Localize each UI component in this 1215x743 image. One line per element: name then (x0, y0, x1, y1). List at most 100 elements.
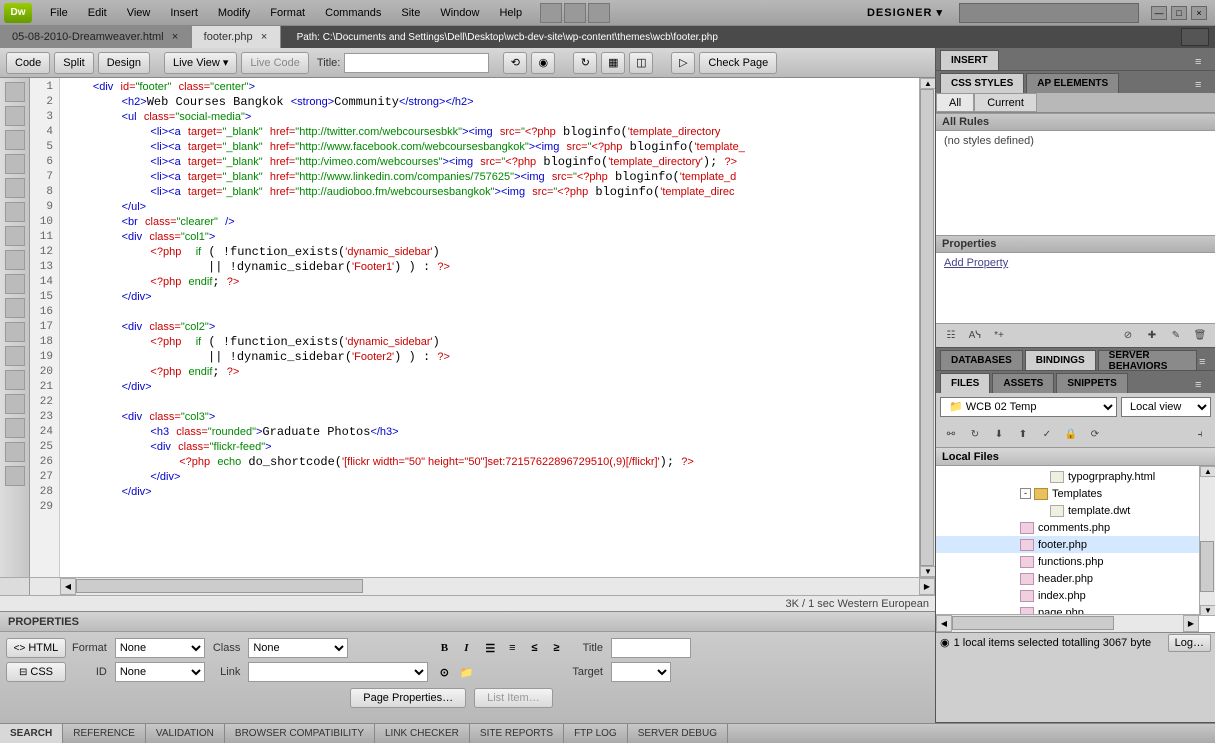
sync-icon[interactable]: ⟳ (1086, 425, 1104, 443)
bottom-tab-server-debug[interactable]: SERVER DEBUG (628, 724, 728, 743)
file-tree[interactable]: typogrpraphy.html-Templatestemplate.dwtc… (936, 466, 1215, 632)
menu-help[interactable]: Help (489, 3, 532, 23)
bottom-tab-validation[interactable]: VALIDATION (146, 724, 225, 743)
bold-icon[interactable]: B (436, 640, 452, 656)
page-properties-button[interactable]: Page Properties… (350, 688, 466, 708)
code-view-button[interactable]: Code (6, 52, 50, 74)
bindings-tab[interactable]: BINDINGS (1025, 350, 1096, 370)
balance-icon[interactable] (5, 178, 25, 198)
local-files-header[interactable]: Local Files (936, 448, 1215, 466)
tree-row-Templates[interactable]: -Templates (936, 485, 1215, 502)
css-mode-button[interactable]: ⊟ CSS (6, 662, 66, 682)
doc-tab-1[interactable]: footer.php × (192, 26, 281, 48)
bottom-tab-search[interactable]: SEARCH (0, 724, 63, 743)
format-icon[interactable] (5, 370, 25, 390)
outdent-text-icon[interactable]: ≤ (526, 640, 542, 656)
title-prop-input[interactable] (611, 638, 691, 658)
snippets-tab[interactable]: SNIPPETS (1056, 373, 1127, 393)
tree-scroll-up-icon[interactable]: ▲ (1200, 466, 1215, 477)
menu-site[interactable]: Site (391, 3, 430, 23)
bottom-tab-ftp-log[interactable]: FTP LOG (564, 724, 628, 743)
server-behaviors-tab[interactable]: SERVER BEHAVIORS (1098, 350, 1197, 370)
tree-scroll-left-icon[interactable]: ◀ (936, 615, 952, 632)
scroll-up-icon[interactable]: ▲ (920, 78, 935, 89)
bottom-tab-browser-compatibility[interactable]: BROWSER COMPATIBILITY (225, 724, 375, 743)
live-code-button[interactable]: Live Code (241, 52, 309, 74)
tab-close-icon[interactable]: × (259, 32, 270, 43)
databases-tab[interactable]: DATABASES (940, 350, 1023, 370)
format-select[interactable]: None (115, 638, 205, 658)
set-view-icon[interactable]: *+ (990, 327, 1008, 345)
highlight-icon[interactable] (5, 226, 25, 246)
ul-icon[interactable]: ☰ (482, 640, 498, 656)
snippet-icon[interactable] (5, 418, 25, 438)
scroll-down-icon[interactable]: ▼ (920, 566, 935, 577)
browse-icon[interactable]: 📁 (458, 664, 474, 680)
help-search-input[interactable] (959, 3, 1139, 23)
bottom-tab-reference[interactable]: REFERENCE (63, 724, 146, 743)
validate-icon[interactable]: ▷ (671, 52, 695, 74)
insert-panel-tab[interactable]: INSERT (940, 50, 999, 70)
visual-aids-icon[interactable]: ◫ (629, 52, 653, 74)
workspace-switcher[interactable]: DESIGNER ▾ (859, 2, 951, 23)
menu-window[interactable]: Window (430, 3, 489, 23)
panel-menu-icon[interactable]: ≡ (1195, 379, 1211, 393)
panel-menu-icon[interactable]: ≡ (1195, 79, 1211, 93)
new-rule-icon[interactable]: ✚ (1143, 327, 1161, 345)
expand-files-icon[interactable]: ⫞ (1191, 425, 1209, 443)
files-tab[interactable]: FILES (940, 373, 990, 393)
bottom-tab-link-checker[interactable]: LINK CHECKER (375, 724, 470, 743)
all-subtab[interactable]: All (936, 93, 974, 112)
get-icon[interactable]: ⬇ (990, 425, 1008, 443)
target-select[interactable] (611, 662, 671, 682)
tree-row-comments.php[interactable]: comments.php (936, 519, 1215, 536)
close-button[interactable]: × (1191, 6, 1207, 20)
checkin-icon[interactable]: 🔒 (1062, 425, 1080, 443)
ap-elements-tab[interactable]: AP ELEMENTS (1026, 73, 1119, 93)
menu-insert[interactable]: Insert (160, 3, 208, 23)
tree-row-footer.php[interactable]: footer.php (936, 536, 1215, 553)
indent-icon[interactable] (5, 322, 25, 342)
link-select[interactable] (248, 662, 428, 682)
design-view-button[interactable]: Design (98, 52, 150, 74)
nav-icon[interactable]: ⟲ (503, 52, 527, 74)
scroll-left-icon[interactable]: ◀ (60, 578, 76, 595)
list-view-icon[interactable]: Aᓭ (966, 327, 984, 345)
word-wrap-icon[interactable] (5, 274, 25, 294)
file-mgmt-icon[interactable]: ◉ (531, 52, 555, 74)
tree-scroll-right-icon[interactable]: ▶ (1183, 615, 1199, 632)
css-styles-tab[interactable]: CSS STYLES (940, 73, 1024, 93)
menu-commands[interactable]: Commands (315, 3, 391, 23)
bottom-tab-site-reports[interactable]: SITE REPORTS (470, 724, 564, 743)
open-docs-icon[interactable] (5, 82, 25, 102)
collapse-icon[interactable] (5, 106, 25, 126)
split-view-button[interactable]: Split (54, 52, 93, 74)
maximize-button[interactable]: □ (1171, 6, 1187, 20)
live-view-button[interactable]: Live View ▾ (164, 52, 237, 74)
menu-view[interactable]: View (117, 3, 161, 23)
tree-expand-icon[interactable]: - (1020, 488, 1031, 499)
italic-icon[interactable]: I (458, 640, 474, 656)
menu-edit[interactable]: Edit (78, 3, 117, 23)
category-view-icon[interactable]: ☷ (942, 327, 960, 345)
hidden-chars-icon[interactable] (5, 298, 25, 318)
outdent-icon[interactable] (5, 346, 25, 366)
connect-icon[interactable]: ⚯ (942, 425, 960, 443)
expand-icon[interactable] (5, 130, 25, 150)
tree-row-index.php[interactable]: index.php (936, 587, 1215, 604)
move-icon[interactable] (5, 466, 25, 486)
title-input[interactable] (344, 53, 489, 73)
minimize-button[interactable]: — (1151, 6, 1167, 20)
doc-tab-0[interactable]: 05-08-2010-Dreamweaver.html × (0, 26, 192, 48)
class-select[interactable]: None (248, 638, 348, 658)
tree-row-header.php[interactable]: header.php (936, 570, 1215, 587)
edit-rule-icon[interactable]: ✎ (1167, 327, 1185, 345)
menu-file[interactable]: File (40, 3, 78, 23)
assets-tab[interactable]: ASSETS (992, 373, 1054, 393)
check-page-button[interactable]: Check Page (699, 52, 777, 74)
comment-icon[interactable] (5, 394, 25, 414)
add-property-link[interactable]: Add Property (944, 257, 1008, 269)
view-options-icon[interactable]: ▦ (601, 52, 625, 74)
attach-css-icon[interactable]: ⊘ (1119, 327, 1137, 345)
recent-icon[interactable] (5, 442, 25, 462)
